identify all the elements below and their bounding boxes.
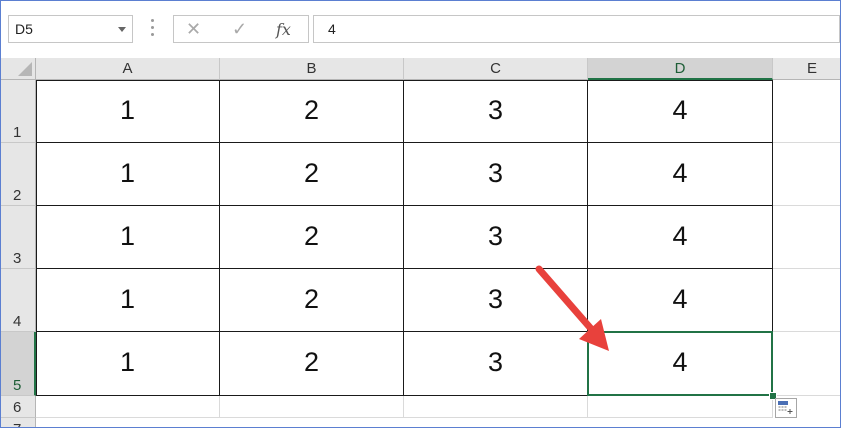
cell-a2[interactable]: 1	[36, 143, 220, 206]
column-header-e[interactable]: E	[773, 58, 840, 80]
cell-a4[interactable]: 1	[36, 269, 220, 332]
cell-e3[interactable]	[773, 206, 840, 269]
cell-a5[interactable]: 1	[36, 332, 220, 396]
row-header-1[interactable]: 1	[1, 80, 36, 143]
select-all-button[interactable]	[1, 58, 36, 80]
cell-d6[interactable]	[588, 396, 773, 418]
cell-value: 1	[119, 347, 136, 377]
cell-c1[interactable]: 3	[404, 80, 588, 143]
cell-e5[interactable]	[773, 332, 840, 396]
name-box-value: D5	[15, 21, 33, 37]
cell-value: 2	[303, 284, 320, 314]
annotation-arrow-icon	[535, 265, 609, 351]
cell-b5[interactable]: 2	[220, 332, 404, 396]
cell-e4[interactable]	[773, 269, 840, 332]
cell-c6[interactable]	[404, 396, 588, 418]
cell-value: 3	[487, 95, 504, 125]
check-icon[interactable]: ✓	[232, 19, 247, 40]
formula-bar: D5 ✕ ✓ fx 4	[1, 1, 840, 57]
cell-value: 2	[303, 95, 320, 125]
chevron-down-icon[interactable]	[118, 27, 126, 32]
cell-value: 2	[303, 221, 320, 251]
row-header-6[interactable]: 6	[1, 396, 36, 418]
row-number: 7	[13, 421, 21, 427]
column-header-c[interactable]: C	[404, 58, 588, 80]
cell-d2[interactable]: 4	[588, 143, 773, 206]
column-header-b[interactable]: B	[220, 58, 404, 80]
cell-b3[interactable]: 2	[220, 206, 404, 269]
column-header-d[interactable]: D	[588, 58, 773, 80]
row-number: 2	[13, 187, 22, 204]
quick-analysis-icon[interactable]	[775, 398, 797, 418]
cell-a1[interactable]: 1	[36, 80, 220, 143]
row-header-2[interactable]: 2	[1, 143, 36, 206]
cell-a6[interactable]	[36, 396, 220, 418]
cell-b1[interactable]: 2	[220, 80, 404, 143]
insert-function-icon[interactable]: fx	[276, 20, 291, 39]
name-box[interactable]: D5	[8, 15, 133, 43]
cell-value: 3	[487, 221, 504, 251]
row-number: 3	[13, 250, 22, 267]
cell-value: 4	[672, 158, 688, 188]
row-header-3[interactable]: 3	[1, 206, 36, 269]
cell-d1[interactable]: 4	[588, 80, 773, 143]
row-number: 6	[13, 399, 22, 416]
cell-value: 1	[119, 95, 136, 125]
cell-value: 2	[303, 347, 320, 377]
cell-e2[interactable]	[773, 143, 840, 206]
column-header-a[interactable]: A	[36, 58, 220, 80]
formula-input-value: 4	[328, 21, 336, 37]
cell-b6[interactable]	[220, 396, 404, 418]
cell-value: 4	[672, 221, 688, 251]
cell-value: 4	[672, 95, 688, 125]
cell-value: 2	[303, 158, 320, 188]
formula-buttons: ✕ ✓ fx	[173, 15, 309, 43]
cancel-icon[interactable]: ✕	[186, 19, 201, 40]
cell-b4[interactable]: 2	[220, 269, 404, 332]
select-all-icon	[18, 62, 32, 76]
row-number: 4	[13, 313, 22, 330]
cell-b2[interactable]: 2	[220, 143, 404, 206]
cell-value: 1	[119, 221, 136, 251]
row-number: 5	[13, 377, 22, 394]
formula-input[interactable]: 4	[313, 15, 840, 43]
cell-c2[interactable]: 3	[404, 143, 588, 206]
row-header-5[interactable]: 5	[1, 332, 36, 396]
cell-value: 1	[119, 158, 136, 188]
resize-handle[interactable]	[151, 19, 155, 39]
cell-a3[interactable]: 1	[36, 206, 220, 269]
row-number: 1	[13, 124, 22, 141]
cell-value: 1	[119, 284, 136, 314]
row-header-4[interactable]: 4	[1, 269, 36, 332]
cell-value: 3	[487, 158, 504, 188]
excel-window: D5 ✕ ✓ fx 4 A B C D E 1 2 3 4 5 6 7 1 2 3 4…	[0, 0, 841, 428]
cell-e1[interactable]	[773, 80, 840, 143]
row-header-7[interactable]: 7	[1, 418, 36, 427]
